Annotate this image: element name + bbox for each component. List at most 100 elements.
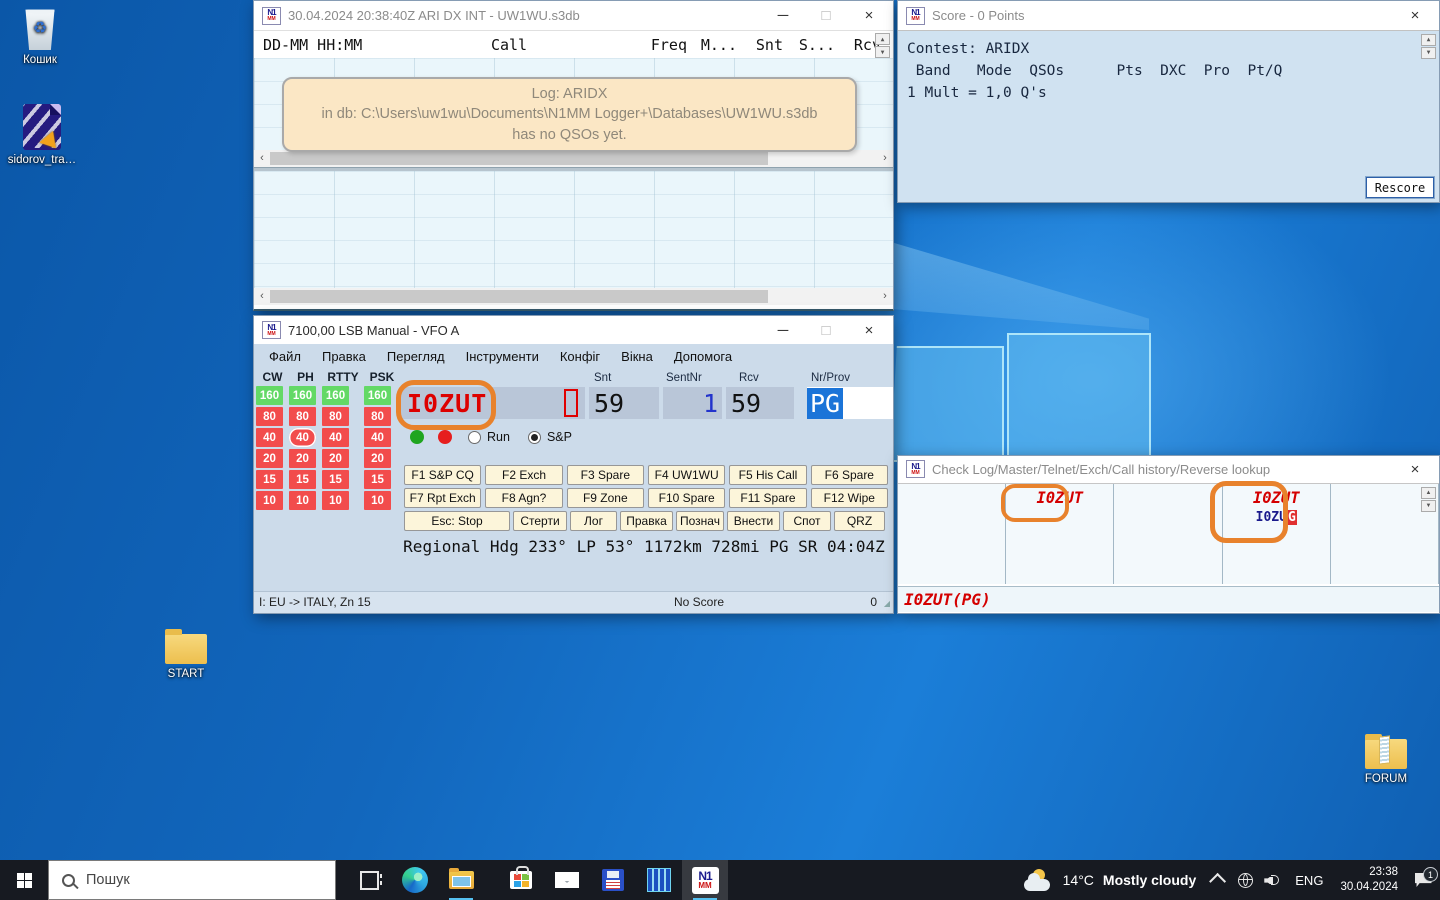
- search-input[interactable]: Пошук: [48, 860, 336, 900]
- menu-item-edit[interactable]: Правка: [322, 349, 366, 364]
- spot-button[interactable]: Спот: [783, 511, 831, 531]
- band-button[interactable]: 15: [289, 470, 316, 489]
- maximize-button[interactable]: □: [808, 316, 844, 345]
- menu-item-tools[interactable]: Інструменти: [466, 349, 539, 364]
- band-button[interactable]: 80: [289, 407, 316, 426]
- desktop-icon-start-folder[interactable]: START: [151, 626, 221, 680]
- n1mm-taskbar-button[interactable]: N1MM: [682, 860, 728, 900]
- band-button[interactable]: 80: [256, 407, 283, 426]
- store-button[interactable]: [498, 860, 544, 900]
- resize-grip[interactable]: ◢: [884, 599, 890, 608]
- band-button[interactable]: 40: [256, 428, 283, 447]
- f10-button[interactable]: F10 Spare: [648, 488, 725, 508]
- band-button[interactable]: 160: [256, 386, 283, 405]
- desktop-icon-recycle-bin[interactable]: ♻ Кошик: [5, 8, 75, 66]
- qrz-button[interactable]: QRZ: [834, 511, 885, 531]
- nrprov-field[interactable]: PG: [807, 387, 893, 419]
- column-header[interactable]: Call: [411, 36, 607, 54]
- notification-button[interactable]: 1: [1406, 873, 1440, 887]
- rescore-button[interactable]: Rescore: [1366, 177, 1434, 198]
- score-window-titlebar[interactable]: N1MM Score - 0 Points ×: [898, 1, 1439, 30]
- band-button[interactable]: 15: [322, 470, 349, 489]
- column-header[interactable]: S...: [783, 36, 835, 54]
- band-button[interactable]: 80: [322, 407, 349, 426]
- header-spinner[interactable]: ▲▼: [875, 33, 890, 59]
- log-hscrollbar-lower[interactable]: ‹ ›: [254, 288, 893, 305]
- band-button[interactable]: 10: [322, 491, 349, 510]
- band-button[interactable]: 10: [289, 491, 316, 510]
- log-app-button[interactable]: [636, 860, 682, 900]
- band-button[interactable]: 160: [289, 386, 316, 405]
- score-spinner[interactable]: ▲▼: [1421, 34, 1436, 60]
- band-button[interactable]: 40: [364, 428, 391, 447]
- f2-button[interactable]: F2 Exch: [485, 465, 562, 485]
- band-button[interactable]: 20: [364, 449, 391, 468]
- sp-radio[interactable]: [528, 431, 541, 444]
- maximize-button[interactable]: □: [808, 1, 844, 30]
- check-call[interactable]: I0ZUT: [1036, 489, 1083, 507]
- snt-field[interactable]: 59: [589, 387, 659, 419]
- menu-item-help[interactable]: Допомога: [674, 349, 732, 364]
- run-radio[interactable]: [468, 431, 481, 444]
- f11-button[interactable]: F11 Spare: [729, 488, 806, 508]
- clock[interactable]: 23:38 30.04.2024: [1332, 865, 1406, 895]
- column-header[interactable]: M...: [687, 36, 737, 54]
- language-indicator[interactable]: ENG: [1286, 873, 1332, 888]
- callsign-field[interactable]: I0ZUT: [401, 387, 585, 419]
- edge-button[interactable]: [392, 860, 438, 900]
- log-button[interactable]: Лог: [570, 511, 617, 531]
- band-button[interactable]: 40: [322, 428, 349, 447]
- file-explorer-button[interactable]: [438, 860, 484, 900]
- column-header[interactable]: Freq: [607, 36, 687, 54]
- band-button[interactable]: 160: [322, 386, 349, 405]
- weather-widget[interactable]: 14°C Mostly cloudy: [1014, 869, 1207, 891]
- f8-button[interactable]: F8 Agn?: [485, 488, 562, 508]
- check-window-titlebar[interactable]: N1MM Check Log/Master/Telnet/Exch/Call h…: [898, 456, 1439, 482]
- log-window-titlebar[interactable]: N1MM 30.04.2024 20:38:40Z ARI DX INT - U…: [254, 1, 893, 30]
- f4-button[interactable]: F4 UW1WU: [648, 465, 725, 485]
- f9-button[interactable]: F9 Zone: [567, 488, 644, 508]
- close-button[interactable]: ×: [851, 1, 887, 30]
- band-button[interactable]: 10: [256, 491, 283, 510]
- volume-button[interactable]: [1258, 873, 1286, 887]
- desktop-icon-file[interactable]: sidorov_tra…: [7, 102, 77, 166]
- esc-stop-button[interactable]: Esc: Stop: [404, 511, 510, 531]
- column-header[interactable]: DD-MM HH:MM: [263, 36, 411, 54]
- menu-item-windows[interactable]: Вікна: [621, 349, 653, 364]
- task-view-button[interactable]: [346, 860, 392, 900]
- log-hscrollbar-upper[interactable]: ‹ ›: [254, 150, 893, 167]
- band-button[interactable]: 20: [322, 449, 349, 468]
- f1-button[interactable]: F1 S&P CQ: [404, 465, 481, 485]
- close-button[interactable]: ×: [1397, 1, 1433, 30]
- band-button[interactable]: 160: [364, 386, 391, 405]
- floppy-app-button[interactable]: [590, 860, 636, 900]
- check-spinner[interactable]: ▲▼: [1421, 487, 1436, 513]
- minimize-button[interactable]: ─: [765, 1, 801, 30]
- f12-button[interactable]: F12 Wipe: [811, 488, 888, 508]
- f3-button[interactable]: F3 Spare: [567, 465, 644, 485]
- f6-button[interactable]: F6 Spare: [811, 465, 888, 485]
- band-button[interactable]: 15: [256, 470, 283, 489]
- band-button[interactable]: 20: [256, 449, 283, 468]
- band-button[interactable]: 10: [364, 491, 391, 510]
- band-button-active[interactable]: 40: [289, 428, 316, 447]
- wipe-button[interactable]: Стерти: [513, 511, 567, 531]
- band-button[interactable]: 80: [364, 407, 391, 426]
- f5-button[interactable]: F5 His Call: [729, 465, 806, 485]
- menu-item-file[interactable]: Файл: [269, 349, 301, 364]
- band-button[interactable]: 20: [289, 449, 316, 468]
- entry-window-titlebar[interactable]: N1MM 7100,00 LSB Manual - VFO A ─ □ ×: [254, 316, 893, 344]
- minimize-button[interactable]: ─: [765, 316, 801, 345]
- edit-button[interactable]: Правка: [620, 511, 673, 531]
- rcv-field[interactable]: 59: [726, 387, 794, 419]
- column-header[interactable]: Snt: [737, 36, 783, 54]
- desktop-icon-forum-folder[interactable]: FORUM: [1351, 731, 1421, 785]
- menu-item-config[interactable]: Конфіг: [560, 349, 600, 364]
- tray-expand-button[interactable]: [1206, 874, 1232, 886]
- scrollbar-thumb[interactable]: [270, 152, 768, 165]
- check-suggestion[interactable]: I0ZUG: [1223, 510, 1330, 525]
- mark-button[interactable]: Познач: [676, 511, 724, 531]
- sp-radio-label[interactable]: S&P: [547, 430, 572, 444]
- mail-button[interactable]: [544, 860, 590, 900]
- check-call[interactable]: I0ZUT: [1253, 489, 1300, 507]
